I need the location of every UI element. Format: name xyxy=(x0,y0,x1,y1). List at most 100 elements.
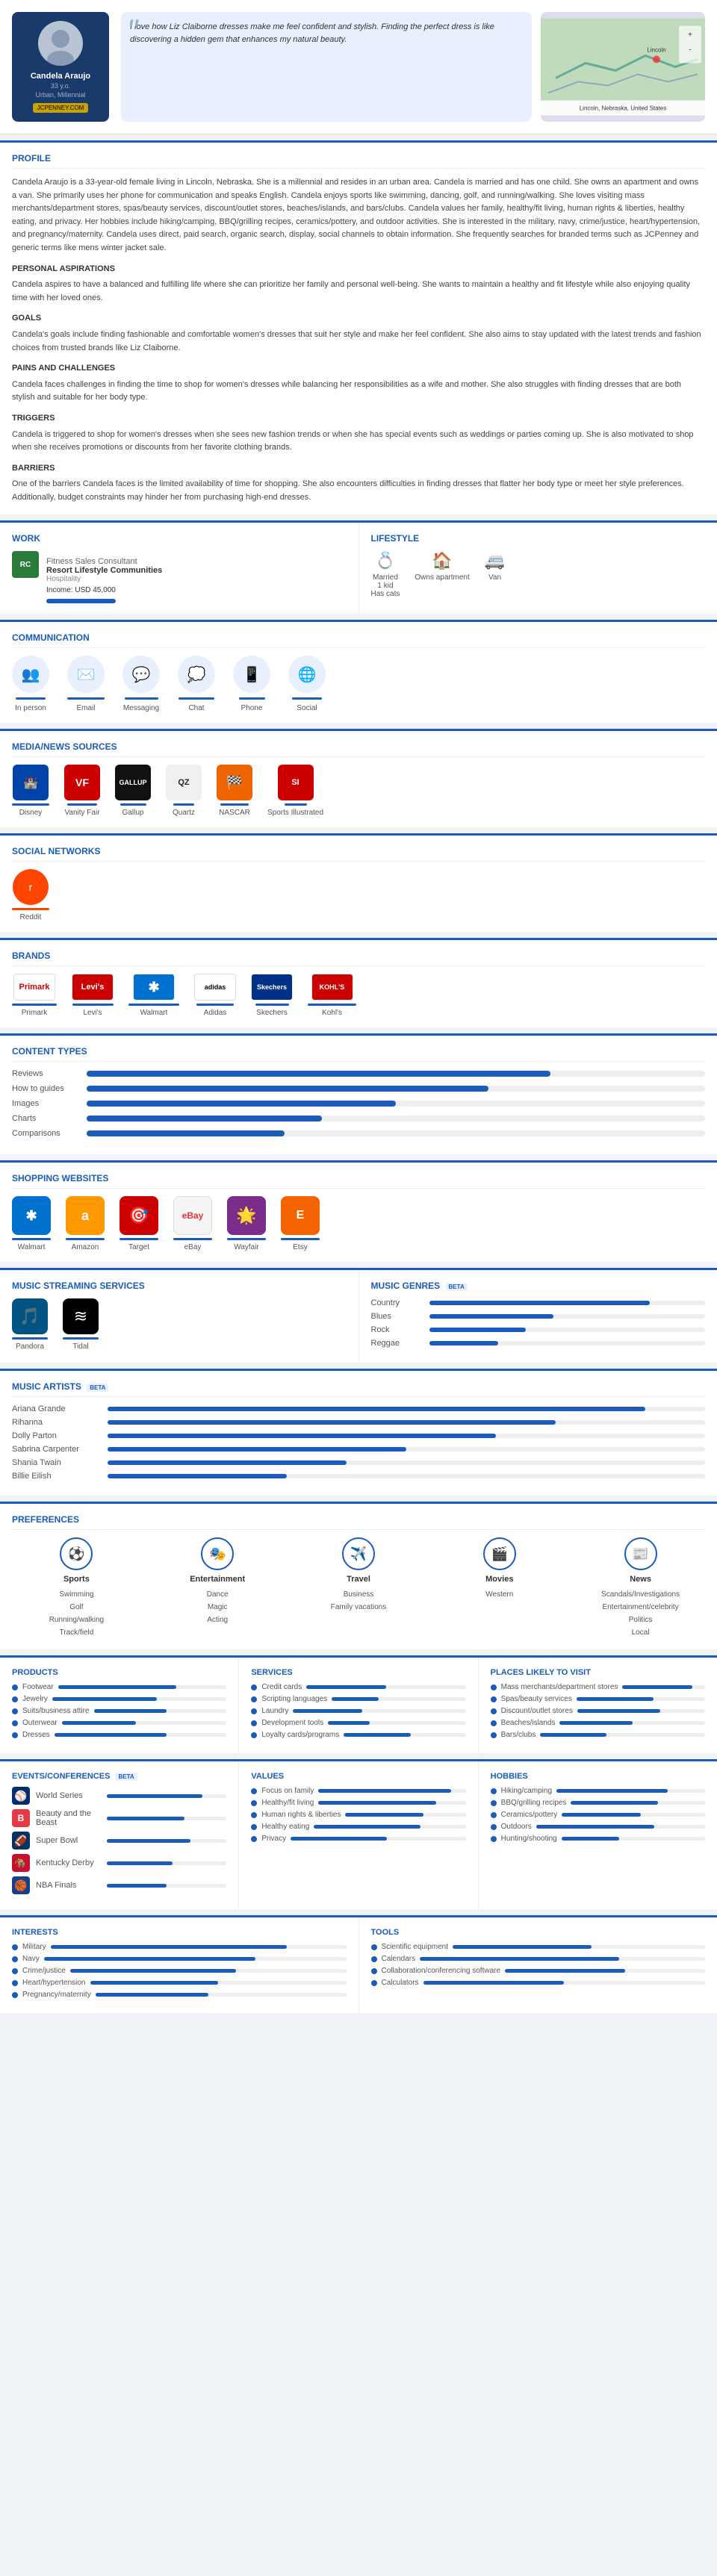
brands-title: BRANDS xyxy=(12,951,705,966)
healthy-bar-container xyxy=(318,1801,465,1805)
tidal-icon: ≋ xyxy=(63,1298,99,1334)
crime-bar xyxy=(70,1969,236,1973)
scientific-bar-container xyxy=(453,1945,705,1949)
mass-dot xyxy=(491,1684,497,1690)
kohls-bar xyxy=(308,1004,356,1006)
suits-bar xyxy=(94,1709,167,1713)
sports-icon: ⚽ xyxy=(60,1537,93,1570)
crime-label: Crime/justice xyxy=(22,1967,66,1975)
ariana-bar xyxy=(108,1407,645,1411)
heart-bar xyxy=(90,1981,219,1985)
calculators-bar-container xyxy=(423,1981,705,1985)
svg-text:Lincoln, Nebraska, United Stat: Lincoln, Nebraska, United States xyxy=(580,105,667,112)
suits-bar-container xyxy=(94,1709,227,1713)
quote-map-area: I love how Liz Claiborne dresses make me… xyxy=(121,12,705,122)
calendars-dot xyxy=(371,1956,377,1962)
tools-section: TOOLS Scientific equipment Calendars Col… xyxy=(359,1917,717,2013)
services-section: SERVICES Credit cards Scripting language… xyxy=(239,1658,478,1753)
si-name: Sports Illustrated xyxy=(267,809,323,817)
movies-items: Western xyxy=(485,1588,513,1601)
phone-bar xyxy=(239,697,265,700)
genre-country: Country xyxy=(371,1298,706,1307)
billie-bar-container xyxy=(108,1474,705,1478)
content-comparisons: Comparisons xyxy=(12,1129,705,1138)
kentucky-derby-icon: 🏇 xyxy=(12,1854,30,1872)
place-spas: Spas/beauty services xyxy=(491,1695,705,1703)
events-values-hobbies: EVENTS/CONFERENCES BETA ⚾ World Series B… xyxy=(0,1759,717,1909)
service-loyalty: Loyalty cards/programs xyxy=(251,1731,465,1739)
genre-blues: Blues xyxy=(371,1312,706,1321)
pregnancy-bar-container xyxy=(96,1993,347,1997)
brand-walmart: ✱ Walmart xyxy=(128,974,179,1017)
navy-dot xyxy=(12,1956,18,1962)
discount-label: Discount/outlet stores xyxy=(501,1707,573,1715)
navy-bar xyxy=(44,1957,255,1961)
family-dot xyxy=(251,1788,257,1794)
movies-icon: 🎬 xyxy=(483,1537,516,1570)
news-title: News xyxy=(630,1575,651,1584)
nascar-name: NASCAR xyxy=(219,809,250,817)
brand-skechers: Skechers Skechers xyxy=(251,974,293,1017)
calculators-bar xyxy=(423,1981,565,1985)
laundry-bar-container xyxy=(293,1709,465,1713)
reviews-label: Reviews xyxy=(12,1069,79,1078)
collab-label: Collaboration/conferencing software xyxy=(382,1967,501,1975)
aspirations-title: PERSONAL ASPIRATIONS xyxy=(12,263,705,276)
svg-text:+: + xyxy=(688,31,692,40)
tool-calculators: Calculators xyxy=(371,1979,706,1987)
sabrina-label: Sabrina Carpenter xyxy=(12,1445,102,1454)
hobbies-title: HOBBIES xyxy=(491,1772,705,1781)
privacy-bar-container xyxy=(291,1837,466,1841)
laundry-bar xyxy=(293,1709,361,1713)
value-privacy: Privacy xyxy=(251,1835,465,1843)
bars-label: Bars/clubs xyxy=(501,1731,536,1739)
profile-section: PROFILE Candela Araujo is a 33-year-old … xyxy=(0,140,717,514)
place-beaches: Beaches/islands xyxy=(491,1719,705,1727)
shop-ebay-logo: eBay xyxy=(173,1196,212,1235)
work-title: WORK xyxy=(12,533,347,544)
pregnancy-dot xyxy=(12,1992,18,1998)
lifestyle-van-label: Van xyxy=(488,573,501,582)
quote-text: I love how Liz Claiborne dresses make me… xyxy=(130,22,494,44)
brand-primark: Primark Primark xyxy=(12,974,57,1017)
blues-label: Blues xyxy=(371,1312,423,1321)
suits-dot xyxy=(12,1708,18,1714)
content-types-list: Reviews How to guides Images Charts Comp… xyxy=(12,1069,705,1138)
beaches-bar-container xyxy=(559,1721,705,1725)
media-nascar: 🏁 NASCAR xyxy=(217,765,252,817)
shop-etsy-name: Etsy xyxy=(293,1243,307,1251)
artist-dolly: Dolly Parton xyxy=(12,1431,705,1440)
vanity-fair-logo: VF xyxy=(64,765,100,800)
hobbies-section: HOBBIES Hiking/camping BBQ/grilling reci… xyxy=(479,1761,717,1909)
images-bar xyxy=(87,1101,396,1107)
outerwear-label: Outerwear xyxy=(22,1719,58,1727)
social-icon: 🌐 xyxy=(288,656,326,693)
profile-link[interactable]: JCPENNEY.COM xyxy=(33,103,89,113)
si-bar xyxy=(285,803,307,806)
place-mass: Mass merchants/department stores xyxy=(491,1683,705,1691)
skechers-name: Skechers xyxy=(256,1009,288,1017)
svg-text:-: - xyxy=(689,46,691,55)
pains-body: Candela faces challenges in finding the … xyxy=(12,380,681,402)
billie-label: Billie Eilish xyxy=(12,1472,102,1481)
media-section: MEDIA/NEWS SOURCES 🏰 Disney VF Vanity Fa… xyxy=(0,729,717,827)
shop-wayfair-bar xyxy=(227,1238,266,1240)
work-lifestyle-section: WORK RC Fitness Sales Consultant Resort … xyxy=(0,520,717,614)
gallup-name: Gallup xyxy=(122,809,144,817)
streaming-items: 🎵 Pandora ≋ Tidal xyxy=(12,1298,347,1351)
lifestyle-section: LIFESTYLE 💍 Married1 kidHas cats 🏠 Owns … xyxy=(359,523,717,614)
spas-dot xyxy=(491,1696,497,1702)
shop-target-name: Target xyxy=(128,1243,149,1251)
pref-movies: 🎬 Movies Western xyxy=(435,1537,564,1639)
crime-bar-container xyxy=(70,1969,347,1973)
outdoors-bar-container xyxy=(536,1825,705,1829)
laundry-label: Laundry xyxy=(261,1707,288,1715)
skechers-logo: Skechers xyxy=(251,974,293,1001)
van-icon: 🚐 xyxy=(485,551,505,570)
brand-levis: Levi's Levi's xyxy=(72,974,114,1017)
svg-text:r: r xyxy=(29,881,33,893)
genres-title: MUSIC GENRES BETA xyxy=(371,1281,706,1291)
beauty-beast-label: Beauty and the Beast xyxy=(36,1809,101,1827)
tool-collab: Collaboration/conferencing software xyxy=(371,1967,706,1975)
hunting-dot xyxy=(491,1836,497,1842)
